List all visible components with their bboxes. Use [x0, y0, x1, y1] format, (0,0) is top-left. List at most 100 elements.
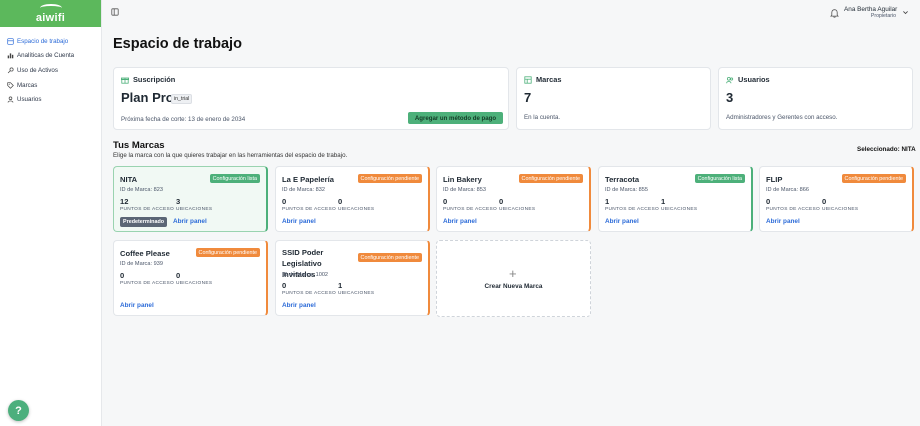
brands-note: En la cuenta.: [524, 114, 561, 121]
sidebar-item-users[interactable]: Usuarios: [0, 92, 101, 107]
create-brand-card[interactable]: + Crear Nueva Marca: [436, 240, 591, 317]
cut-date: Próxima fecha de corte: 13 de enero de 2…: [121, 116, 246, 123]
access-points-stat: 0 PUNTOS DE ACCESO: [282, 197, 337, 213]
brand-name: NITA: [120, 175, 138, 184]
subscription-title: Suscripción: [133, 75, 176, 84]
status-badge: Configuración pendiente: [518, 174, 583, 183]
brand-name: Lin Bakery: [443, 175, 482, 184]
sidebar-nav: Espacio de trabajo Analíticas de Cuenta …: [0, 27, 101, 107]
logo[interactable]: aiwifi: [35, 4, 66, 24]
create-brand-label: Crear Nueva Marca: [484, 283, 543, 290]
sidebar: aiwifi Espacio de trabajo Analíticas de …: [0, 0, 102, 426]
access-points-stat: 0 PUNTOS DE ACCESO: [120, 271, 175, 287]
sidebar-item-workspace[interactable]: Espacio de trabajo: [0, 34, 101, 49]
access-points-stat: 0 PUNTOS DE ACCESO: [282, 281, 337, 297]
tag-icon: [6, 81, 14, 89]
logo-text: aiwifi: [35, 12, 66, 24]
open-panel-link[interactable]: Abrir panel: [443, 218, 477, 225]
plan-name: Plan Pro: [121, 90, 174, 105]
brand-card-flip[interactable]: FLIP Configuración pendiente ID de Marca…: [759, 166, 914, 232]
users-note: Administradores y Gerentes con acceso.: [726, 114, 838, 121]
trial-badge: in_trial: [171, 94, 193, 104]
locations-stat: 0 UBICACIONES: [338, 197, 375, 213]
locations-stat: 1 UBICACIONES: [661, 197, 698, 213]
status-badge: Configuración pendiente: [195, 248, 260, 257]
users-summary-title: Usuarios: [738, 75, 770, 84]
sidebar-item-analytics[interactable]: Analíticas de Cuenta: [0, 49, 101, 64]
logo-band: aiwifi: [0, 0, 101, 27]
users-icon: [726, 76, 734, 83]
brands-summary-header: Marcas: [524, 75, 561, 84]
sidebar-toggle-icon[interactable]: [111, 8, 119, 16]
brand-name: FLIP: [766, 175, 783, 184]
open-panel-link[interactable]: Abrir panel: [120, 302, 154, 309]
workspace-icon: [6, 37, 14, 45]
open-panel-link[interactable]: Abrir panel: [605, 218, 639, 225]
user-menu[interactable]: Ana Bertha Aguilar Propietario: [844, 6, 898, 19]
brand-card-terracota[interactable]: Terracota Configuración lista ID de Marc…: [598, 166, 753, 232]
locations-stat: 0 UBICACIONES: [176, 271, 213, 287]
brand-card-ssid-poder-legislativo[interactable]: SSID Poder Legislativo Invitados Configu…: [275, 240, 430, 316]
access-points-stat: 1 PUNTOS DE ACCESO: [605, 197, 660, 213]
sidebar-item-brands[interactable]: Marcas: [0, 78, 101, 93]
brand-id: ID de Marca: 866: [766, 187, 809, 193]
open-panel-link[interactable]: Abrir panel: [766, 218, 800, 225]
status-badge: Configuración lista: [694, 174, 745, 183]
brands-summary-title: Marcas: [536, 75, 562, 84]
add-payment-button[interactable]: Agregar un método de pago: [408, 112, 503, 124]
sidebar-item-label: Uso de Activos: [17, 66, 58, 74]
brand-id: ID de Marca: 832: [282, 187, 325, 193]
locations-stat: 0 UBICACIONES: [822, 197, 859, 213]
users-count: 3: [726, 90, 734, 105]
brand-id: ID de Marca: 823: [120, 187, 163, 193]
page-title: Espacio de trabajo: [113, 36, 242, 52]
brand-id: ID de Marca: 939: [120, 261, 163, 267]
brand-id: ID de Marca: 853: [443, 187, 486, 193]
brand-card-lin-bakery[interactable]: Lin Bakery Configuración pendiente ID de…: [436, 166, 591, 232]
notification-bell-icon[interactable]: [830, 8, 839, 18]
default-badge: Predeterminado: [120, 217, 168, 227]
brand-name: Terracota: [605, 175, 640, 184]
brand-name: La E Papelería: [282, 175, 334, 184]
sidebar-item-label: Espacio de trabajo: [17, 37, 69, 45]
topbar: Ana Bertha Aguilar Propietario: [102, 0, 920, 27]
access-points-stat: 0 PUNTOS DE ACCESO: [443, 197, 498, 213]
subscription-card: Suscripción Plan Pro in_trial Próxima fe…: [113, 67, 509, 130]
open-panel-link[interactable]: Abrir panel: [282, 302, 316, 309]
user-name: Ana Bertha Aguilar: [844, 6, 898, 13]
status-badge: Configuración pendiente: [841, 174, 906, 183]
sidebar-item-label: Analíticas de Cuenta: [17, 52, 75, 60]
brands-count: 7: [524, 90, 532, 105]
open-panel-link[interactable]: Abrir panel: [173, 218, 207, 225]
user-role: Propietario: [870, 13, 896, 19]
users-summary-card: Usuarios 3 Administradores y Gerentes co…: [718, 67, 913, 130]
subscription-header: Suscripción: [121, 75, 175, 84]
help-button[interactable]: ?: [8, 400, 29, 421]
locations-stat: 3 UBICACIONES: [176, 197, 213, 213]
key-icon: [6, 66, 14, 74]
wifi-arc-icon: [39, 4, 62, 12]
brand-id: ID de Marca: 855: [605, 187, 648, 193]
brand-card-la-e-papeleria[interactable]: La E Papelería Configuración pendiente I…: [275, 166, 430, 232]
brand-card-nita[interactable]: NITA Configuración lista ID de Marca: 82…: [113, 166, 268, 232]
brand-card-coffee-please[interactable]: Coffee Please Configuración pendiente ID…: [113, 240, 268, 316]
plus-icon: +: [509, 266, 517, 281]
locations-stat: 0 UBICACIONES: [499, 197, 536, 213]
brand-name: Coffee Please: [120, 249, 170, 258]
sidebar-item-assets[interactable]: Uso de Activos: [0, 63, 101, 78]
storefront-icon: [524, 75, 532, 84]
chart-icon: [6, 52, 14, 60]
locations-stat: 1 UBICACIONES: [338, 281, 375, 297]
chevron-down-icon[interactable]: [902, 9, 909, 16]
open-panel-link[interactable]: Abrir panel: [282, 218, 316, 225]
brands-section-subtitle: Elige la marca con la que quieres trabaj…: [113, 152, 348, 159]
sidebar-item-label: Marcas: [17, 81, 38, 89]
status-badge: Configuración pendiente: [357, 174, 422, 183]
brand-id: ID de Marca: 1002: [282, 272, 329, 278]
brands-summary-card: Marcas 7 En la cuenta.: [516, 67, 711, 130]
sidebar-item-label: Usuarios: [17, 96, 42, 104]
status-badge: Configuración pendiente: [357, 253, 422, 262]
access-points-stat: 12 PUNTOS DE ACCESO: [120, 197, 175, 213]
status-badge: Configuración lista: [209, 174, 260, 183]
brands-section-title: Tus Marcas: [113, 140, 165, 151]
